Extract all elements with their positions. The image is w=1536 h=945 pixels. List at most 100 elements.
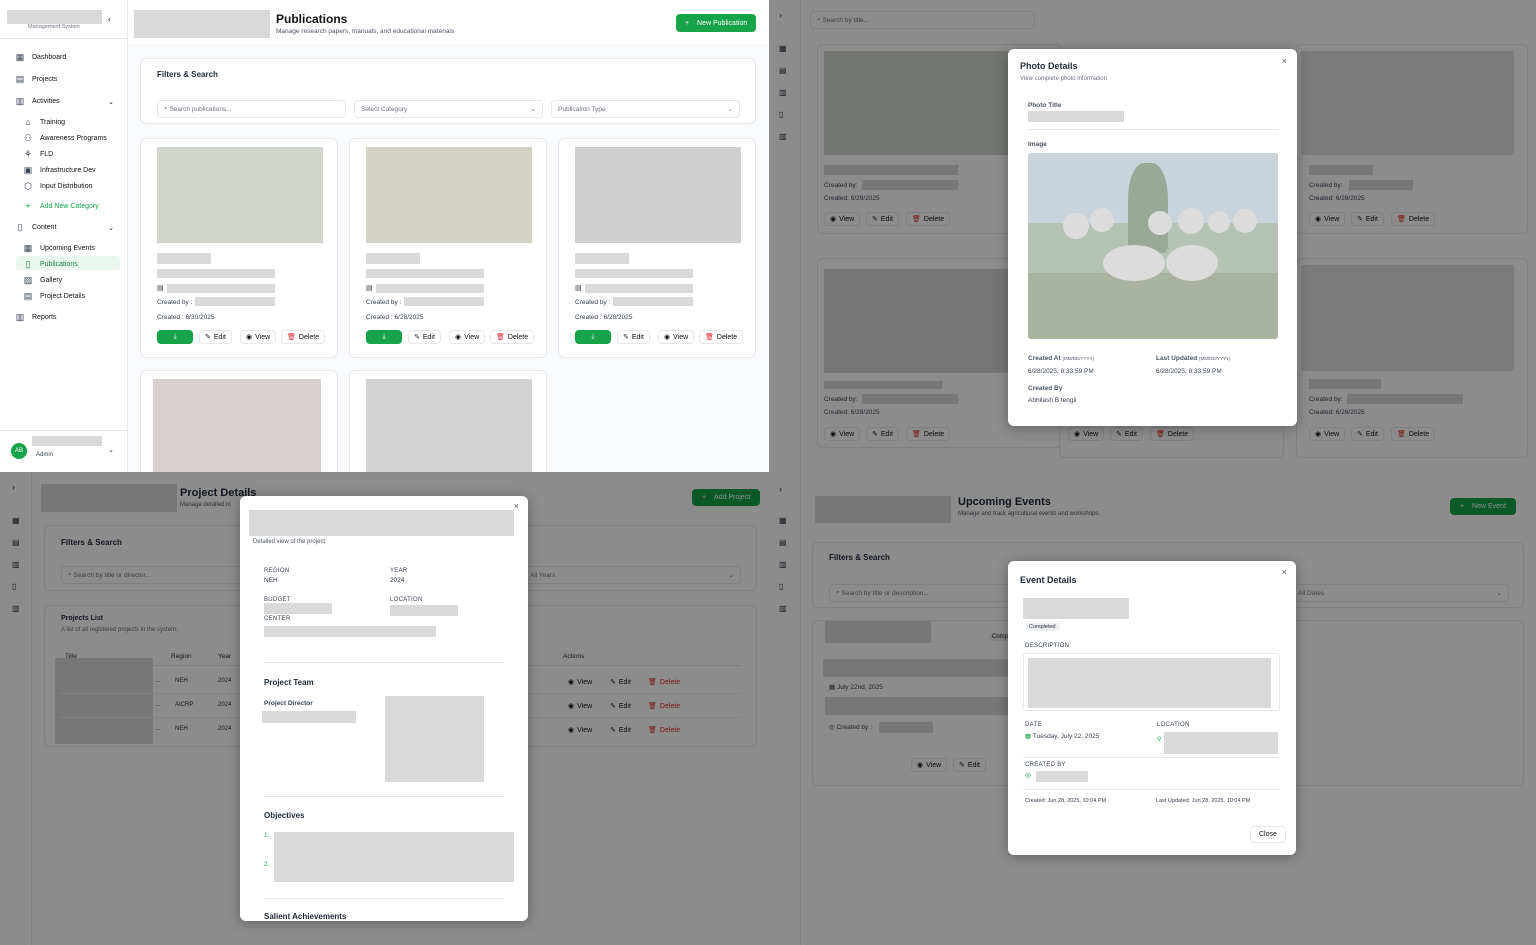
sidebar-item-awareness[interactable]: ⚇ Awareness Programs: [22, 133, 107, 144]
events-panel: › ▦ ▤ ▥ ▯ ▥ Upcoming Events Manage and t…: [769, 472, 1536, 945]
calendar-icon: ▦: [1025, 733, 1032, 740]
created-date: Created : 6/30/2025: [157, 314, 215, 321]
close-icon[interactable]: ×: [1282, 56, 1287, 66]
publication-card: ▤ Created by : Created : 6/28/2025 ⤓ ✎ Ed…: [558, 138, 756, 358]
date-value: ▦ Tuesday, July 22, 2025: [1025, 733, 1100, 740]
username-redacted: [32, 436, 102, 446]
download-button[interactable]: ⤓: [366, 330, 402, 344]
sidebar-item-fld[interactable]: ⚘ FLD: [22, 149, 53, 160]
created-by-label: Created By: [1028, 385, 1063, 392]
sidebar-item-training[interactable]: ⌂ Training: [22, 117, 65, 127]
view-button[interactable]: ◉ View: [240, 330, 277, 344]
close-icon[interactable]: ×: [514, 501, 519, 511]
publication-cover: [153, 379, 321, 472]
photo-title-label: Photo Title: [1028, 102, 1062, 109]
book-open-icon: ▯: [25, 259, 31, 269]
search-input[interactable]: ⌕ Search publications...: [157, 100, 346, 118]
chevron-down-icon: ⌄: [108, 98, 114, 106]
sidebar-item-projects[interactable]: ▤ Projects: [14, 74, 58, 85]
updated-label: Last Updated (MM/DD/YYYY): [1156, 355, 1231, 362]
sidebar-item-dashboard[interactable]: ▦ Dashboard: [14, 52, 67, 63]
image-label: Image: [1028, 141, 1047, 148]
sidebar-item-upcoming-events[interactable]: ▦ Upcoming Events: [22, 243, 95, 254]
filters-title: Filters & Search: [157, 70, 218, 79]
file-icon: ▤: [23, 291, 33, 301]
close-button[interactable]: Close: [1250, 826, 1286, 843]
edit-button[interactable]: ✎ Edit: [617, 330, 650, 344]
download-button[interactable]: ⤓: [157, 330, 193, 344]
status-badge: Completed: [1025, 623, 1060, 631]
sidebar-item-content[interactable]: ▯ Content ⌄: [14, 222, 114, 233]
logo-redacted: [7, 10, 102, 24]
page-subtitle: Manage research papers, manuals, and edu…: [276, 28, 455, 35]
building-icon: ▣: [23, 165, 33, 175]
sidebar-item-input-distribution[interactable]: ⬡ Input Distribution: [22, 181, 92, 192]
publication-card: ▤ Created by : Created : 6/30/2025 ⤓ ✎ Ed…: [140, 138, 338, 358]
modal-title: Photo Details: [1020, 61, 1078, 71]
add-category-link[interactable]: + Add New Category: [22, 201, 98, 211]
sidebar-item-project-details[interactable]: ▤ Project Details: [22, 291, 85, 302]
event-details-modal: × Event Details Completed DESCRIPTION DA…: [1008, 561, 1296, 855]
grid-icon: ▦: [15, 52, 25, 62]
close-icon[interactable]: ×: [1282, 567, 1287, 577]
delete-button[interactable]: 🗑 Delete: [281, 330, 326, 344]
edit-button[interactable]: ✎ Edit: [199, 330, 232, 344]
edit-icon: ✎: [414, 334, 420, 341]
publication-card: ▤ Created by : Created : 6/28/2025 ⤓ ✎ Ed…: [349, 138, 547, 358]
calendar-icon: ▦: [23, 243, 33, 253]
event-title-redacted: [1023, 598, 1129, 619]
delete-button[interactable]: 🗑 Delete: [490, 330, 535, 344]
sidebar-item-publications[interactable]: ▯ Publications: [22, 259, 78, 270]
achievements-title: Salient Achievements: [264, 912, 347, 921]
director-photo-redacted: [385, 696, 484, 782]
image-icon: ▨: [23, 275, 33, 285]
projects-panel: › ▦ ▤ ▥ ▯ ▥ Project Details Manage detai…: [0, 472, 769, 945]
bar-chart-icon: ▥: [15, 312, 25, 322]
package-icon: ⬡: [24, 181, 32, 191]
view-button[interactable]: ◉ View: [658, 330, 695, 344]
publication-cover: [366, 379, 532, 472]
publication-card: [349, 370, 547, 472]
delete-button[interactable]: 🗑 Delete: [699, 330, 744, 344]
sidebar-item-activities[interactable]: ▥ Activities ⌄: [14, 96, 114, 107]
objectives-redacted: [274, 832, 514, 882]
publication-cover: [366, 147, 532, 243]
region-value: NEH: [264, 577, 278, 584]
collapse-icon[interactable]: ‹: [108, 14, 111, 24]
new-publication-button[interactable]: + New Publication: [676, 14, 757, 32]
sidebar-item-reports[interactable]: ▥ Reports: [14, 312, 57, 323]
header-logo-redacted: [134, 10, 270, 38]
chevron-down-icon: ⌄: [727, 106, 733, 113]
eye-icon: ◉: [455, 334, 462, 341]
download-icon: ⤓: [173, 333, 177, 340]
year-value: 2024: [390, 577, 405, 584]
edit-icon: ✎: [623, 334, 629, 341]
plus-icon: +: [685, 19, 690, 27]
project-title-redacted: [249, 510, 514, 536]
chevron-down-icon[interactable]: ⌄: [108, 446, 114, 454]
created-at-value: 6/28/2025, 8:33:59 PM: [1028, 368, 1094, 375]
type-select[interactable]: Publication Type ⌄: [551, 100, 740, 118]
sidebar: Management System ‹ ▦ Dashboard ▤ Projects…: [0, 0, 128, 472]
file-icon: ▤: [366, 285, 373, 292]
document-icon: ▤: [15, 74, 25, 84]
modal-subtitle: View complete photo information: [1020, 76, 1107, 82]
modal-subtitle: Detailed view of the project.: [253, 539, 327, 545]
download-button[interactable]: ⤓: [575, 330, 611, 344]
sidebar-item-infrastructure[interactable]: ▣ Infrastructure Dev: [22, 165, 96, 176]
page-title: Publications: [276, 12, 348, 26]
description-redacted: [1028, 658, 1271, 708]
edit-button[interactable]: ✎ Edit: [408, 330, 441, 344]
avatar[interactable]: AB: [11, 443, 27, 459]
category-select[interactable]: Select Category ⌄: [354, 100, 543, 118]
created-by-label: Created by :: [366, 299, 402, 306]
view-button[interactable]: ◉ View: [449, 330, 486, 344]
created-timestamp: Created: Jun 28, 2025, 10:04 PM: [1025, 798, 1107, 804]
location-label: LOCATION: [390, 597, 423, 603]
filters-card: Filters & Search ⌕ Search publications..…: [140, 58, 756, 124]
sidebar-item-gallery[interactable]: ▨ Gallery: [22, 275, 62, 286]
created-at-label: Created At (MM/DD/YYYY): [1028, 355, 1094, 362]
publication-cover: [157, 147, 323, 243]
plus-icon: +: [25, 201, 31, 211]
modal-title: Event Details: [1020, 575, 1077, 585]
